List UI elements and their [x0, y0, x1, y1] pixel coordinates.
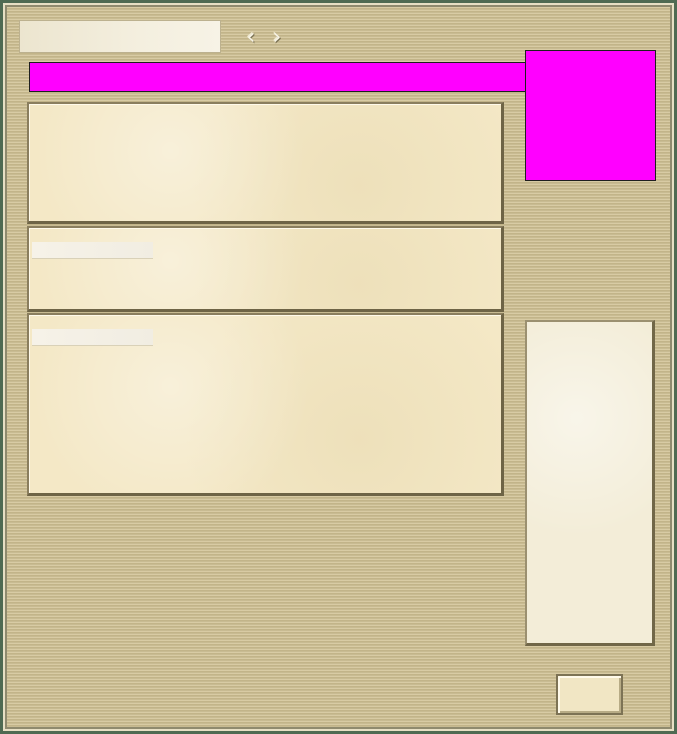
bottom-panel-label [32, 329, 153, 346]
nav-arrows: ‹ › [240, 25, 292, 53]
side-list-panel[interactable] [525, 320, 655, 646]
chevron-left-icon[interactable]: ‹ [240, 27, 262, 49]
bottom-panel [27, 313, 504, 496]
portrait-placeholder [525, 50, 656, 181]
middle-panel-label [32, 242, 153, 259]
chevron-right-icon[interactable]: › [266, 27, 288, 49]
description-panel [27, 102, 504, 224]
window-frame: ‹ › [0, 0, 677, 734]
confirm-button[interactable] [556, 674, 623, 715]
name-field[interactable] [19, 20, 221, 53]
middle-panel [27, 226, 504, 312]
header-bar-placeholder [29, 62, 527, 92]
